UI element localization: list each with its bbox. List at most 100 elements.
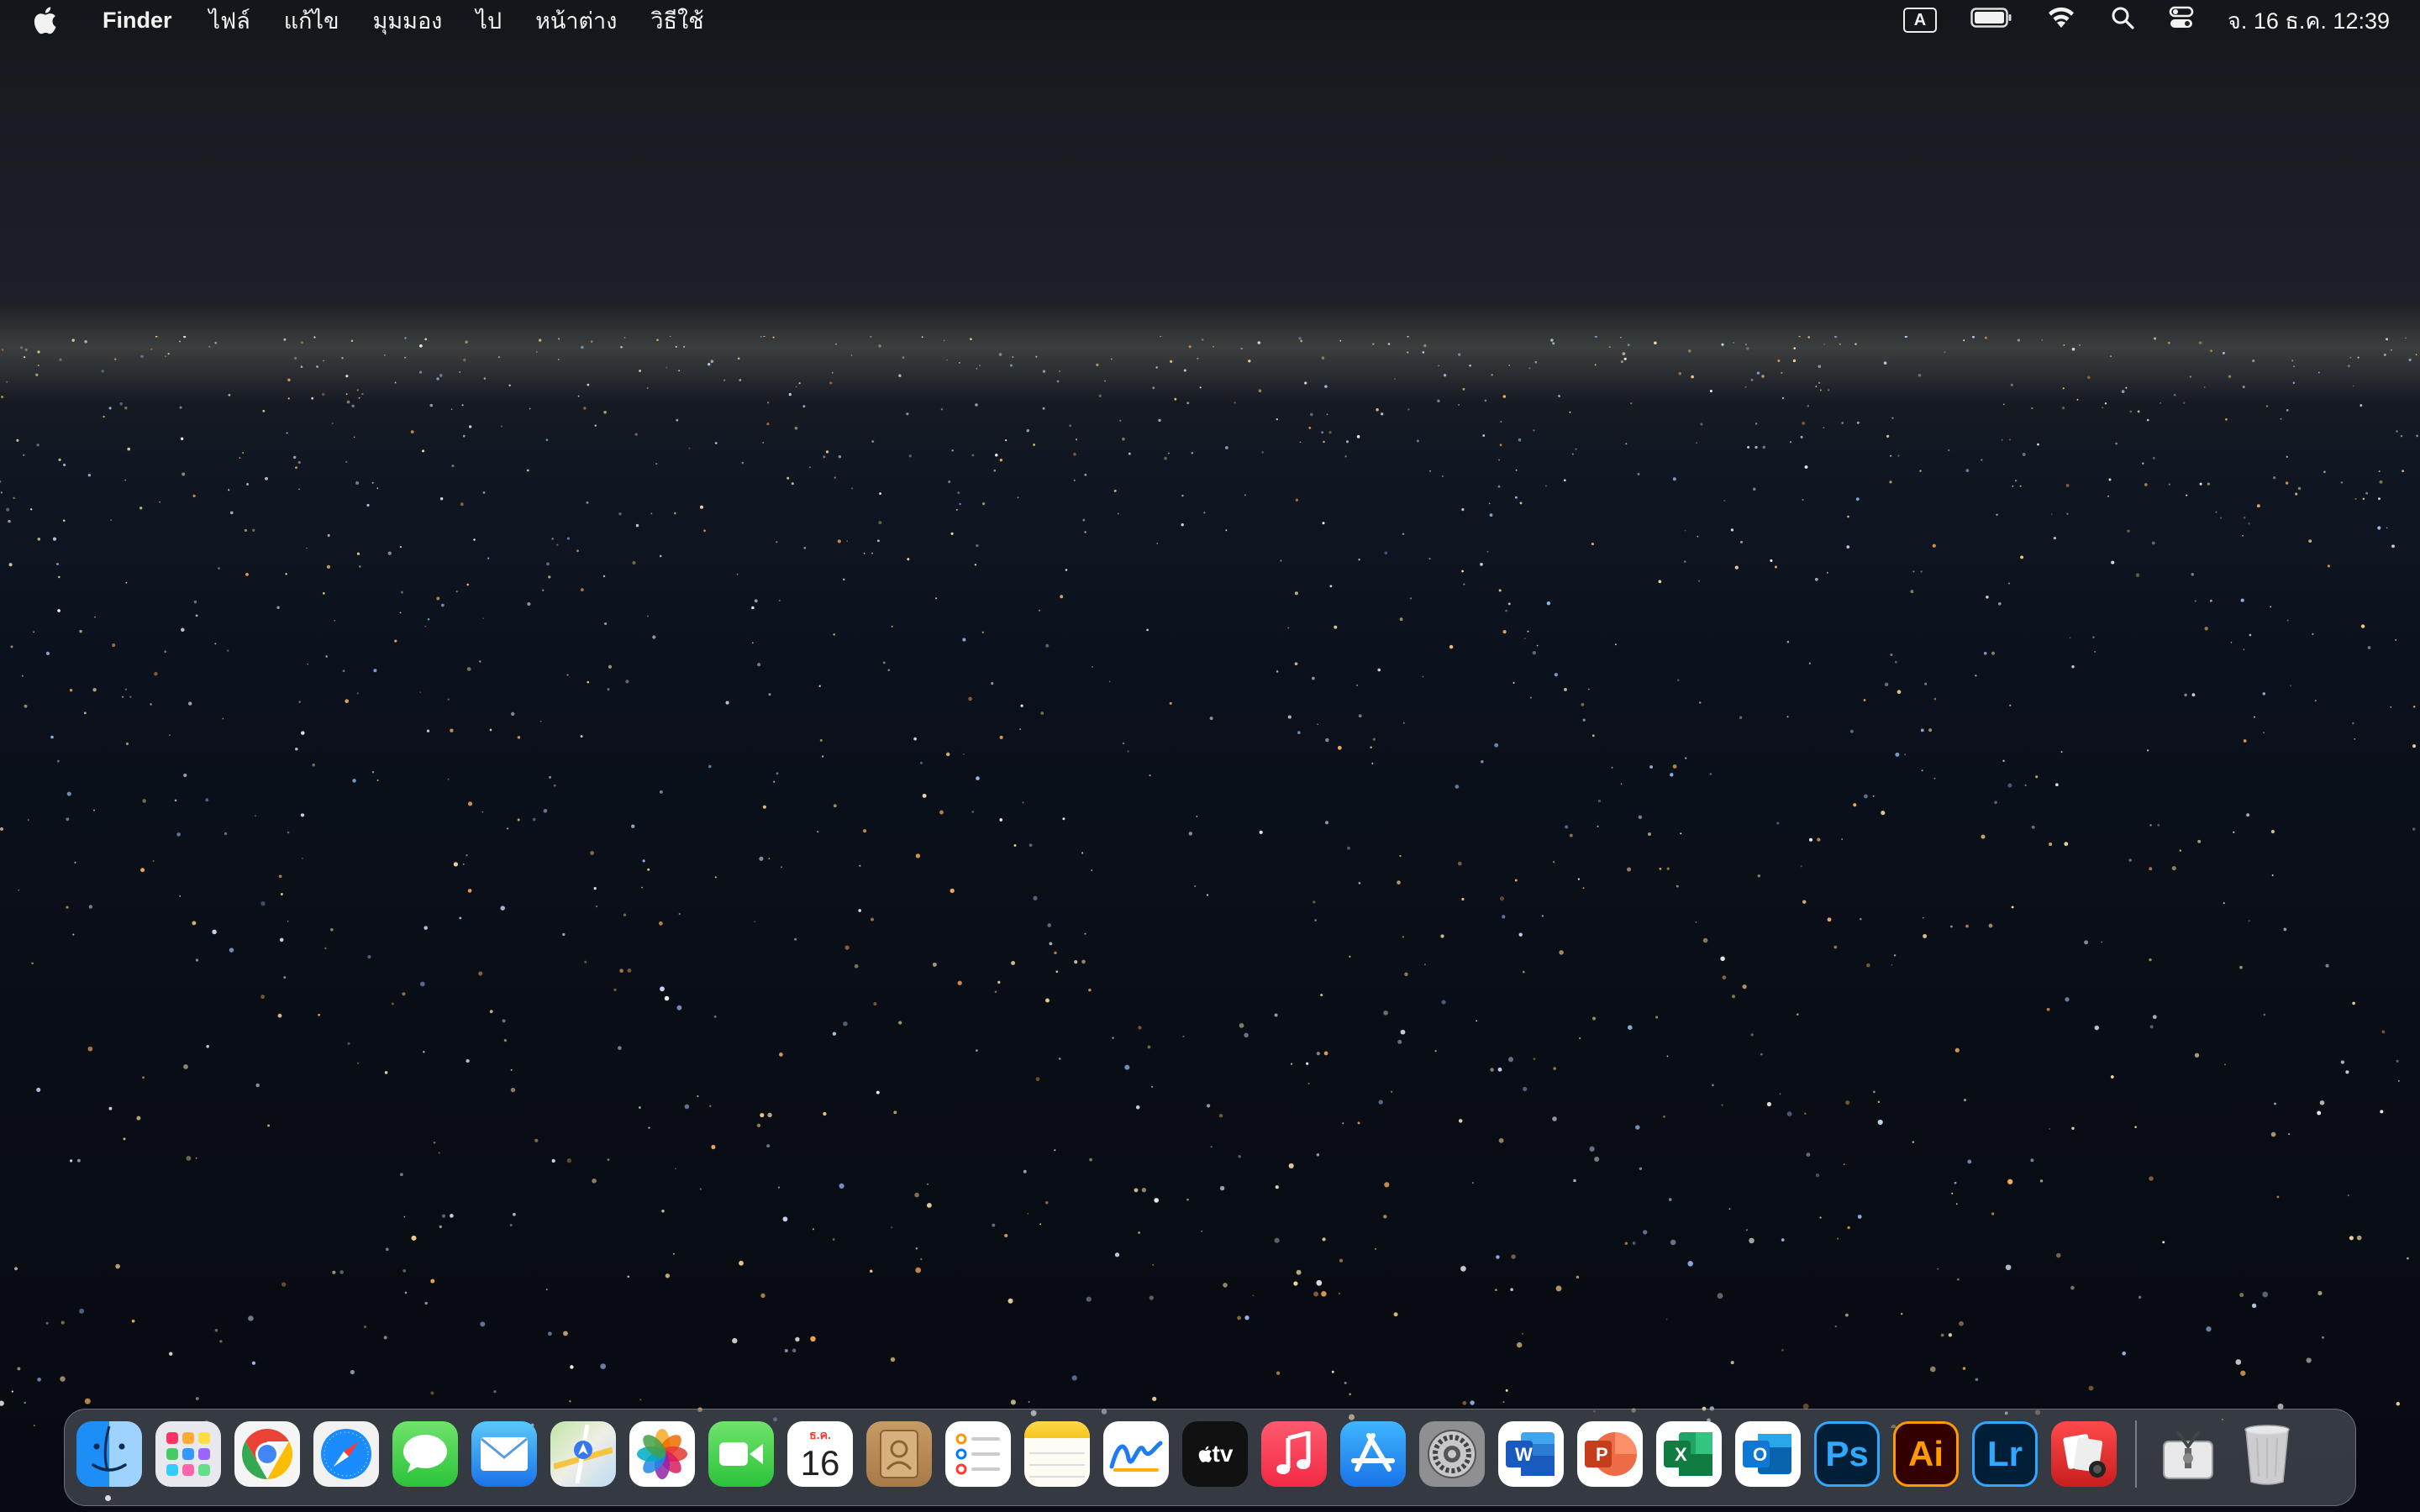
city-light (1696, 442, 1697, 444)
photoshop-icon[interactable]: Ps (1814, 1421, 1880, 1487)
city-light (1750, 1033, 1754, 1037)
city-light (1497, 485, 1501, 488)
apple-menu-icon[interactable] (30, 3, 59, 37)
city-light (1536, 644, 1539, 647)
city-light (423, 1051, 425, 1053)
city-light (1276, 1371, 1281, 1375)
reminders-icon[interactable] (945, 1421, 1011, 1487)
city-light (1344, 455, 1347, 458)
city-light (35, 373, 39, 376)
finder-icon[interactable] (76, 1421, 142, 1487)
city-light (981, 631, 984, 633)
city-light (347, 1042, 350, 1045)
city-light (1316, 1051, 1320, 1056)
city-light (205, 798, 209, 802)
facetime-icon[interactable] (708, 1421, 774, 1487)
city-light (760, 1293, 765, 1299)
city-light (182, 472, 186, 476)
city-light (1325, 738, 1329, 743)
mail-icon[interactable] (471, 1421, 537, 1487)
control-center-icon[interactable] (2169, 5, 2194, 36)
city-light (1766, 1101, 1771, 1107)
trash-icon[interactable] (2234, 1421, 2300, 1487)
menu-go[interactable]: ไป (476, 3, 502, 39)
city-light (656, 339, 659, 341)
city-light (603, 410, 607, 414)
city-light (739, 1260, 744, 1266)
apple-tv-icon[interactable]: tv (1182, 1421, 1248, 1487)
city-light (214, 1328, 218, 1332)
menu-view[interactable]: มุมมอง (373, 3, 443, 39)
excel-icon[interactable]: X (1656, 1421, 1722, 1487)
outlook-icon[interactable]: O (1735, 1421, 1801, 1487)
city-light (2377, 526, 2381, 530)
city-light (330, 927, 334, 932)
city-light (2086, 375, 2091, 380)
city-light (2001, 438, 2003, 441)
launchpad-icon[interactable] (155, 1421, 221, 1487)
city-light (217, 567, 221, 570)
lightroom-icon[interactable]: Lr (1972, 1421, 2038, 1487)
city-light (1552, 1116, 1557, 1121)
menu-bar-clock[interactable]: จ. 16 ธ.ค. 12:39 (2228, 3, 2390, 39)
city-light (183, 336, 187, 339)
illustrator-icon[interactable]: Ai (1893, 1421, 1959, 1487)
system-settings-icon[interactable] (1419, 1421, 1485, 1487)
menu-window[interactable]: หน้าต่าง (535, 3, 617, 39)
city-light (551, 538, 554, 540)
city-light (2412, 705, 2416, 708)
city-light (858, 909, 862, 912)
city-light (1591, 1016, 1597, 1021)
spotlight-search-icon[interactable] (2110, 5, 2135, 36)
city-light (1659, 867, 1662, 870)
city-light (242, 452, 245, 454)
menu-app-finder[interactable]: Finder (103, 8, 172, 34)
menu-edit[interactable]: แก้ไข (284, 3, 339, 39)
city-light (430, 1391, 434, 1395)
city-light (1261, 451, 1264, 454)
safari-icon[interactable] (313, 1421, 379, 1487)
contacts-icon[interactable] (866, 1421, 932, 1487)
input-source-indicator[interactable]: A (1903, 8, 1938, 33)
photos-icon[interactable] (629, 1421, 695, 1487)
freeform-icon[interactable] (1103, 1421, 1169, 1487)
notes-icon[interactable] (1024, 1421, 1090, 1487)
city-light (164, 355, 166, 358)
city-light (424, 926, 428, 930)
lightroom-label: Lr (1987, 1434, 2023, 1473)
city-light (850, 354, 853, 356)
city-light (2076, 398, 2079, 401)
city-light (1588, 688, 1590, 690)
word-icon[interactable]: W (1498, 1421, 1564, 1487)
city-light (1502, 395, 1507, 398)
city-light (869, 336, 872, 338)
city-light (1073, 479, 1076, 481)
battery-icon[interactable] (1970, 7, 2012, 34)
messages-icon[interactable] (392, 1421, 458, 1487)
maps-icon[interactable] (550, 1421, 616, 1487)
city-light (66, 791, 71, 796)
city-light (893, 1110, 897, 1115)
city-light (1639, 1167, 1643, 1171)
chrome-icon[interactable] (234, 1421, 300, 1487)
city-light (58, 575, 60, 579)
city-light (451, 465, 455, 468)
menu-help[interactable]: วิธีใช้ (650, 3, 703, 39)
music-icon[interactable] (1261, 1421, 1327, 1487)
powerpoint-icon[interactable]: P (1577, 1421, 1643, 1487)
calendar-icon[interactable]: ธ.ค. 16 (787, 1421, 853, 1487)
city-light (1370, 746, 1372, 749)
city-light (529, 407, 531, 410)
archive-utility-icon[interactable] (2155, 1421, 2221, 1487)
city-light (467, 801, 473, 806)
city-light (2256, 504, 2260, 508)
photo-booth-icon[interactable] (2051, 1421, 2117, 1487)
city-light (1932, 543, 1936, 548)
city-light (57, 609, 60, 612)
wifi-icon[interactable] (2046, 6, 2076, 35)
city-light (2146, 418, 2149, 422)
menu-file[interactable]: ไฟล์ (209, 3, 250, 39)
city-light (404, 337, 407, 339)
app-store-icon[interactable] (1340, 1421, 1406, 1487)
city-light (83, 711, 87, 715)
